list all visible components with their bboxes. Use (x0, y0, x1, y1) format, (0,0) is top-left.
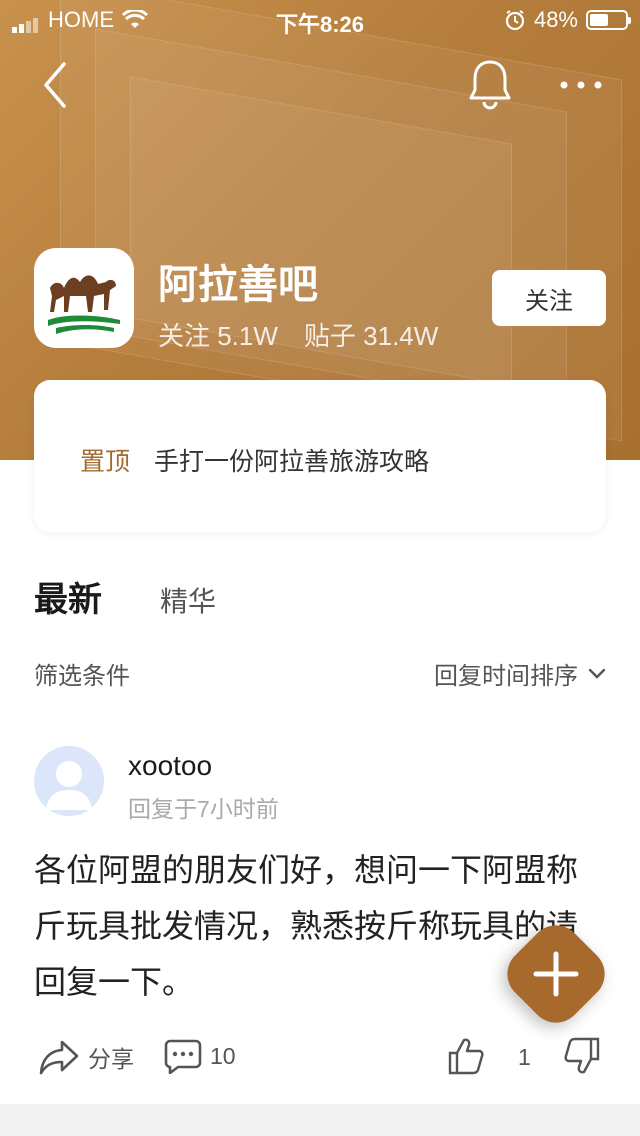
user-avatar-icon (46, 761, 92, 810)
new-post-button[interactable] (496, 914, 616, 1034)
share-icon (39, 1040, 79, 1075)
battery-percent: 48% (533, 7, 578, 32)
pinned-title: 手打一份阿拉善旅游攻略 (154, 448, 430, 476)
post-author[interactable]: xootoo (128, 750, 212, 782)
next-post-divider (0, 1104, 640, 1136)
posts-count: 贴子 31.4W (303, 321, 439, 351)
forum-title: 阿拉善吧 (158, 263, 318, 307)
sort-dropdown[interactable]: 回复时间排序 (434, 656, 606, 691)
battery-icon (586, 10, 631, 30)
tab-latest[interactable]: 最新 (34, 572, 102, 621)
notification-button[interactable] (466, 58, 514, 110)
back-icon (44, 62, 66, 108)
sort-label: 回复时间排序 (434, 663, 578, 690)
status-right: 48% (504, 7, 631, 33)
forum-logo (34, 248, 134, 348)
like-count: 1 (518, 1044, 531, 1070)
followers-count: 关注 5.1W (158, 321, 278, 351)
tab-featured[interactable]: 精华 (160, 580, 216, 620)
camel-logo-icon (48, 275, 120, 334)
more-options-button[interactable] (556, 70, 606, 100)
back-button[interactable] (38, 60, 78, 110)
filter-button[interactable]: 筛选条件 (34, 656, 130, 691)
chevron-down-icon (588, 668, 606, 679)
avatar[interactable] (34, 746, 104, 816)
comment-icon (164, 1039, 202, 1074)
status-bar: HOME 下午8:26 48% (0, 0, 640, 40)
thumbs-down-icon (564, 1037, 600, 1074)
alarm-icon (505, 10, 525, 31)
post-actions: 分享 10 1 (0, 1032, 640, 1082)
like-button[interactable] (446, 1036, 486, 1076)
post-time: 回复于7小时前 (128, 796, 279, 822)
post-feed: 最新 精华 筛选条件 回复时间排序 xootoo 回复于7小时前 各位阿盟的朋友… (0, 552, 640, 1136)
plus-icon (533, 951, 579, 997)
more-icon (560, 81, 602, 89)
feed-tabs: 最新 精华 (34, 572, 216, 621)
pinned-post[interactable]: 置顶 手打一份阿拉善旅游攻略 (34, 380, 606, 532)
forum-stats: 关注 5.1W 贴子 31.4W (158, 316, 438, 353)
thumbs-up-icon (448, 1038, 484, 1075)
comment-count: 10 (210, 1042, 236, 1069)
bell-icon (469, 60, 511, 110)
share-label: 分享 (88, 1046, 134, 1072)
dislike-button[interactable] (562, 1036, 602, 1076)
follow-button[interactable]: 关注 (492, 270, 606, 326)
pinned-tag: 置顶 (80, 448, 131, 476)
share-button[interactable]: 分享 (38, 1038, 134, 1076)
comment-button[interactable]: 10 (164, 1038, 236, 1074)
